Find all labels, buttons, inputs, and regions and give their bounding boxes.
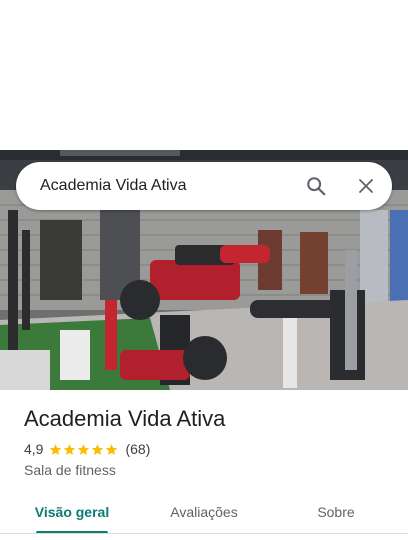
star-icon — [92, 443, 104, 455]
map-blank-area — [0, 0, 408, 150]
reviews-count[interactable]: (68) — [125, 441, 150, 457]
star-icon — [106, 443, 118, 455]
rating-row[interactable]: 4,9 (68) — [24, 441, 150, 457]
search-input[interactable]: Academia Vida Ativa — [40, 177, 294, 195]
star-icon — [78, 443, 90, 455]
star-icon — [64, 443, 76, 455]
star-rating — [49, 443, 119, 456]
place-title: Academia Vida Ativa — [24, 406, 226, 431]
place-category: Sala de fitness — [24, 462, 116, 478]
search-icon[interactable] — [294, 164, 338, 208]
search-bar[interactable]: Academia Vida Ativa — [16, 162, 392, 210]
place-tabs: Visão geral Avaliações Sobre — [0, 490, 408, 534]
tab-about[interactable]: Sobre — [276, 490, 396, 534]
tabs-divider — [0, 533, 408, 534]
close-icon[interactable] — [344, 164, 388, 208]
tab-overview[interactable]: Visão geral — [12, 490, 132, 534]
tab-reviews[interactable]: Avaliações — [144, 490, 264, 534]
star-icon — [50, 443, 62, 455]
rating-value: 4,9 — [24, 441, 44, 457]
